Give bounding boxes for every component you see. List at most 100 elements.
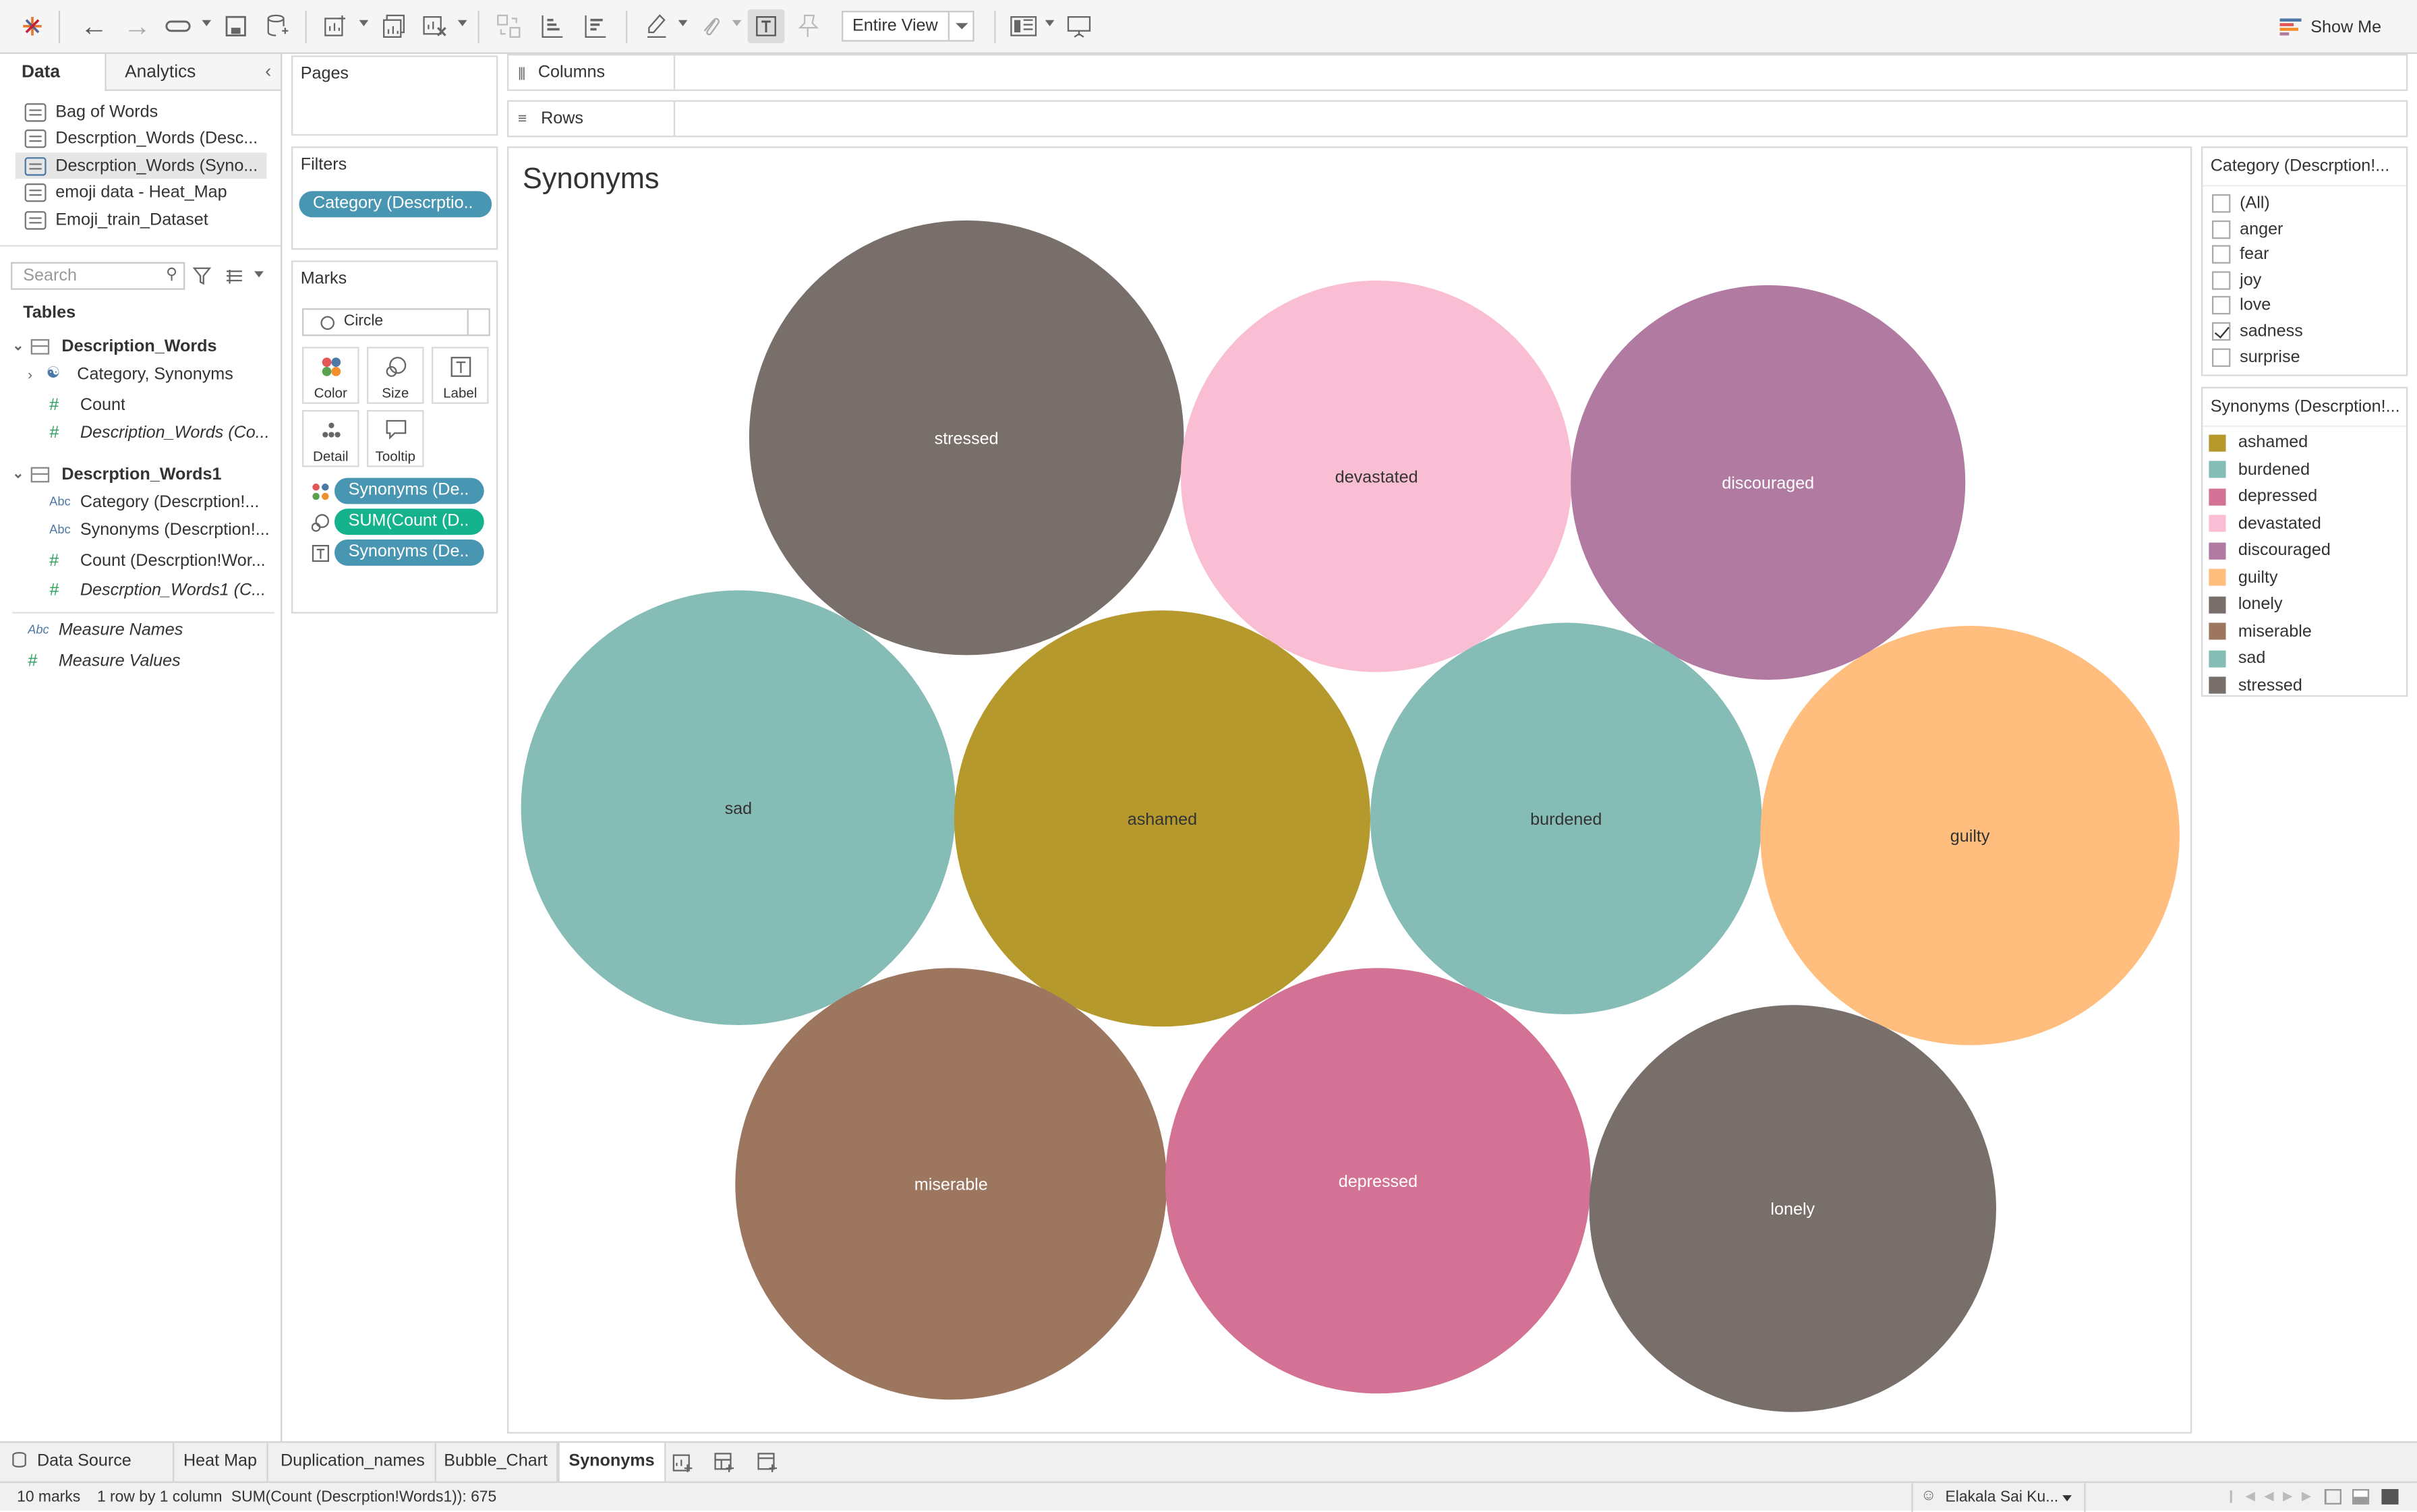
show-cards-icon[interactable]: [1008, 11, 1039, 42]
tableau-logo-icon[interactable]: [17, 11, 48, 42]
group-members-icon[interactable]: [695, 11, 726, 42]
field-item[interactable]: Abc Category (Descrption!...: [49, 489, 272, 515]
presentation-mode-icon[interactable]: [1064, 11, 1095, 42]
chevron-down-icon[interactable]: [254, 271, 264, 278]
size-button[interactable]: Size: [366, 347, 424, 404]
data-source-item-selected[interactable]: Descrption_Words (Syno...: [15, 152, 267, 179]
tab-data[interactable]: Data: [0, 54, 105, 91]
new-worksheet-icon[interactable]: [672, 1452, 694, 1481]
legend-item[interactable]: ashamed: [2209, 430, 2308, 455]
filter-option[interactable]: (All): [2211, 191, 2270, 216]
show-filmstrip-icon[interactable]: [2352, 1488, 2370, 1505]
view-size-select[interactable]: Entire View: [841, 10, 974, 42]
duplicate-sheet-icon[interactable]: [379, 11, 410, 42]
color-pill[interactable]: Synonyms (De..: [334, 477, 484, 504]
new-worksheet-icon[interactable]: [320, 11, 351, 42]
checkbox[interactable]: [2211, 295, 2231, 315]
user-menu[interactable]: ☺ Elakala Sai Ku...: [1911, 1482, 2080, 1512]
sort-descending-icon[interactable]: [579, 11, 610, 42]
legend-item[interactable]: guilty: [2209, 565, 2278, 590]
highlight-icon[interactable]: [641, 11, 672, 42]
checkbox-checked[interactable]: [2211, 322, 2231, 341]
label-button[interactable]: Label: [431, 347, 489, 404]
checkbox[interactable]: [2211, 194, 2231, 213]
show-sheet-sorter-icon[interactable]: [2324, 1488, 2341, 1505]
field-item[interactable]: # Description_Words (Co...: [49, 419, 272, 446]
legend-item[interactable]: burdened: [2209, 457, 2310, 482]
tooltip-button[interactable]: Tooltip: [366, 409, 424, 467]
legend-item[interactable]: depressed: [2209, 484, 2317, 509]
checkbox[interactable]: [2211, 245, 2231, 264]
new-dashboard-icon[interactable]: [714, 1452, 735, 1481]
data-source-item[interactable]: Bag of Words: [24, 98, 268, 125]
checkbox[interactable]: [2211, 220, 2231, 239]
filter-icon[interactable]: [192, 265, 212, 293]
field-item[interactable]: # Count: [49, 392, 125, 418]
columns-shelf[interactable]: ||| Columns: [506, 53, 2408, 91]
label-pill[interactable]: Synonyms (De..: [334, 539, 484, 566]
table-header[interactable]: ⌄ Description_Words: [12, 333, 216, 359]
collapse-pane-icon[interactable]: ‹: [265, 60, 271, 82]
filters-shelf[interactable]: Filters Category (Descrptio..: [291, 146, 498, 250]
filter-pill[interactable]: Category (Descrptio..: [299, 191, 492, 218]
undo-icon[interactable]: ←: [79, 10, 110, 42]
sheet-tab[interactable]: Heat Map: [174, 1443, 268, 1483]
legend-item[interactable]: lonely: [2209, 592, 2283, 617]
sheet-tab[interactable]: Bubble_Chart: [435, 1443, 559, 1483]
rows-shelf[interactable]: ≡ Rows: [506, 100, 2408, 138]
filter-option[interactable]: fear: [2211, 242, 2269, 267]
save-icon[interactable]: [221, 11, 252, 42]
mark-type-select[interactable]: Circle: [301, 308, 490, 337]
legend-item[interactable]: discouraged: [2209, 538, 2331, 563]
new-story-icon[interactable]: [757, 1452, 778, 1481]
clear-sheet-icon[interactable]: [419, 11, 450, 42]
legend-item[interactable]: stressed: [2209, 673, 2302, 698]
worksheet-view[interactable]: Synonyms stressed devastated discouraged sa…: [506, 146, 2192, 1434]
show-me-button[interactable]: Show Me: [2278, 12, 2401, 43]
detail-button[interactable]: Detail: [301, 409, 359, 467]
filter-option[interactable]: anger: [2211, 217, 2283, 242]
field-item[interactable]: # Measure Values: [28, 647, 180, 674]
sheet-navigation-icons[interactable]: ❙◀◀▶▶❙: [2226, 1489, 2340, 1503]
tab-analytics[interactable]: Analytics ‹: [105, 53, 281, 91]
sort-ascending-icon[interactable]: [536, 11, 567, 42]
field-item[interactable]: Abc Synonyms (Descrption!...: [49, 517, 272, 543]
data-source-item[interactable]: Emoji_train_Dataset: [24, 206, 268, 233]
sheet-tab-active[interactable]: Synonyms: [558, 1443, 666, 1483]
filter-option[interactable]: love: [2211, 293, 2271, 318]
checkbox[interactable]: [2211, 348, 2231, 367]
show-tabs-icon[interactable]: [2381, 1488, 2399, 1505]
expand-icon[interactable]: ›: [28, 366, 46, 382]
sheet-tab[interactable]: Duplication_names: [271, 1443, 436, 1483]
pages-shelf[interactable]: Pages: [291, 55, 498, 136]
legend-item[interactable]: miserable: [2209, 619, 2312, 644]
legend-item[interactable]: devastated: [2209, 511, 2321, 536]
table-header[interactable]: ⌄ Descrption_Words1: [12, 461, 221, 487]
show-mark-labels-icon[interactable]: [747, 9, 785, 43]
filter-option[interactable]: joy: [2211, 268, 2261, 293]
bubble-chart[interactable]: stressed devastated discouraged sad ashamed b…: [508, 148, 2190, 1432]
data-source-tab[interactable]: Data Source: [0, 1443, 175, 1483]
filter-option[interactable]: surprise: [2211, 345, 2300, 370]
view-data-icon[interactable]: [225, 265, 243, 293]
size-pill[interactable]: SUM(Count (D..: [334, 508, 484, 535]
legend-item[interactable]: sad: [2209, 646, 2265, 671]
field-item[interactable]: # Count (Descrption!Wor...: [49, 547, 272, 573]
field-item[interactable]: Abc Measure Names: [28, 616, 183, 643]
new-data-source-icon[interactable]: [262, 11, 293, 42]
color-button[interactable]: Color: [301, 347, 359, 404]
show-me-label: Show Me: [2310, 18, 2382, 37]
fix-axes-icon[interactable]: [792, 11, 823, 42]
redirect-icon[interactable]: [163, 11, 194, 42]
field-item[interactable]: # Descrption_Words1 (C...: [49, 577, 272, 603]
field-item[interactable]: › ☯ Category, Synonyms: [28, 361, 233, 387]
collapse-icon[interactable]: ⌄: [12, 338, 28, 355]
collapse-icon[interactable]: ⌄: [12, 465, 28, 482]
data-source-item[interactable]: emoji data - Heat_Map: [24, 179, 268, 205]
redo-icon[interactable]: →: [122, 10, 153, 42]
filter-option[interactable]: sadness: [2211, 319, 2303, 344]
field-search-input[interactable]: Search ⚲: [10, 262, 185, 290]
data-source-item[interactable]: Descrption_Words (Desc...: [24, 125, 268, 151]
swap-rows-columns-icon[interactable]: [493, 11, 524, 42]
checkbox[interactable]: [2211, 271, 2231, 290]
